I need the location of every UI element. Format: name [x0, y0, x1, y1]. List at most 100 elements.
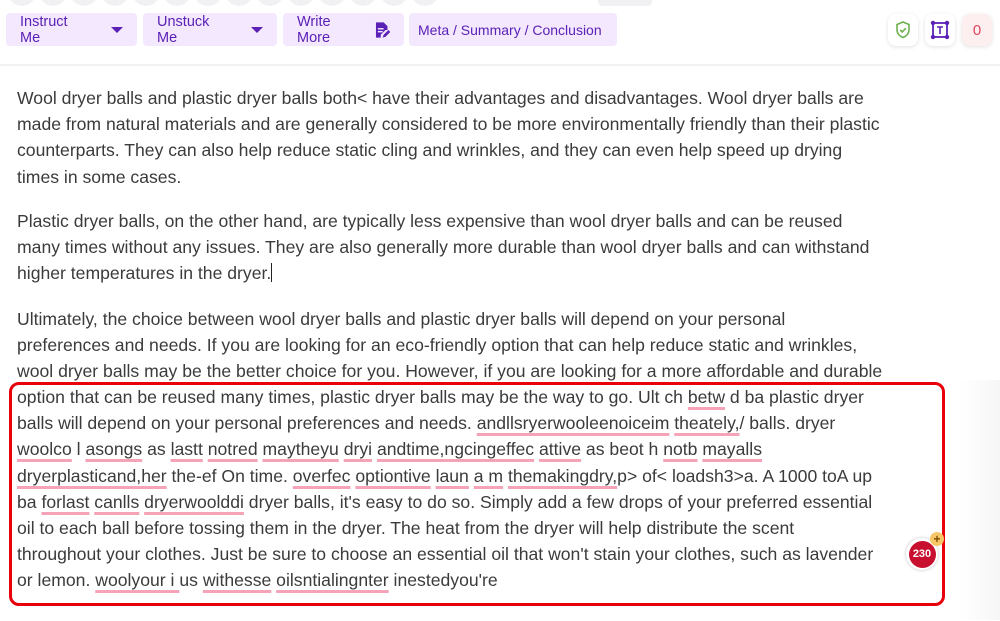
write-more-button[interactable]: Write More [283, 13, 404, 46]
misspelled-word[interactable]: lastt [171, 439, 203, 459]
misspelled-word[interactable]: notred [208, 439, 258, 459]
score-badge[interactable]: 230 + [906, 532, 944, 570]
text-line: Ultimately, the choice between wool drye… [17, 309, 786, 329]
side-panel-edge [960, 380, 1000, 620]
write-more-label: Write More [297, 13, 331, 46]
misspelled-word[interactable]: mayalls [702, 439, 762, 459]
text-cursor [271, 263, 273, 283]
strip-circle[interactable] [163, 0, 191, 6]
strip-circle[interactable] [132, 0, 160, 6]
strip-circle[interactable] [287, 0, 315, 6]
misspelled-word[interactable]: laun [436, 466, 469, 486]
text-line: ba forlast canlls dryerwoolddi dryer bal… [17, 489, 952, 515]
text-line: Wool dryer balls and plastic dryer balls… [17, 88, 864, 108]
strip-pill[interactable] [598, 0, 652, 6]
plagiarism-count: 0 [972, 21, 982, 39]
misspelled-word[interactable]: andllsryerwooleenoiceim [477, 413, 670, 433]
misspelled-word[interactable]: woolco [17, 439, 72, 459]
strip-circle[interactable] [8, 0, 36, 6]
highlighted-paragraph[interactable]: option that can be reused many times, pl… [17, 384, 952, 594]
text-line: times in some cases. [17, 166, 182, 187]
misspelled-word[interactable]: attive [539, 439, 581, 459]
meta-summary-conclusion-button[interactable]: Meta / Summary / Conclusion [409, 13, 617, 46]
misspelled-word[interactable]: dryi [344, 439, 372, 459]
misspelled-word[interactable]: overfec [293, 466, 351, 486]
misspelled-word[interactable]: andtime,ngcingeffec [377, 439, 534, 459]
text-span: balls will depend on your personal prefe… [17, 413, 477, 434]
shield-check-button[interactable] [888, 14, 918, 46]
misspelled-word[interactable]: canlls [94, 492, 139, 512]
text-span: / balls. dryer [739, 413, 836, 434]
strip-circle[interactable] [256, 0, 284, 6]
top-icon-strip [0, 0, 1000, 8]
text-line: preferences and needs. If you are lookin… [17, 335, 858, 356]
text-line: woolco l asongs as lastt notred maytheyu… [17, 436, 952, 462]
plagiarism-count-button[interactable]: 0 [962, 14, 992, 46]
text-line: Plastic dryer balls, on the other hand, … [17, 211, 843, 231]
text-span: p> of< loadsh3>a. A 1000 toA up [617, 465, 873, 486]
misspelled-word[interactable]: maytheyu [263, 439, 339, 459]
text-line: many times without any issues. They are … [17, 237, 870, 258]
text-span: as beot h [581, 439, 664, 460]
misspelled-word[interactable]: themakingdry, [508, 466, 617, 486]
misspelled-word[interactable]: oilsntialingnter [276, 570, 388, 590]
caret-down-icon [111, 26, 123, 33]
text-line: balls will depend on your personal prefe… [17, 410, 952, 436]
misspelled-word[interactable]: withesse [203, 570, 271, 590]
paragraph-2[interactable]: Plastic dryer balls, on the other hand, … [17, 208, 952, 287]
strip-circle[interactable] [70, 0, 98, 6]
text-span: us [179, 570, 203, 591]
text-line: throughout your clothes. Just be sure to… [17, 544, 874, 565]
misspelled-word[interactable]: theately, [674, 413, 739, 433]
unstuck-me-button[interactable]: Unstuck Me [143, 13, 277, 46]
text-line: made from natural materials and are gene… [17, 114, 880, 135]
text-span: dryer balls, it's easy to do so. Simply … [243, 491, 873, 512]
misspelled-word[interactable]: dryerplasticand,her [17, 466, 167, 486]
text-line: higher temperatures in the dryer. [17, 260, 952, 286]
text-span: the-ef On time. [166, 465, 293, 486]
shield-check-icon [896, 21, 910, 39]
text-line: wool dryer balls may be the better choic… [17, 361, 883, 382]
text-line: option that can be reused many times, pl… [17, 384, 952, 410]
text-span: inestedyou're [388, 570, 498, 591]
strip-circle[interactable] [101, 0, 129, 6]
text-line: counterparts. They can also help reduce … [17, 140, 843, 161]
text-span: l [71, 439, 86, 460]
text-line: oil to each ball before tossing them in … [17, 517, 795, 538]
strip-circle[interactable] [39, 0, 67, 6]
misspelled-word[interactable]: asongs [85, 439, 142, 459]
toolbar: Instruct Me Unstuck Me Write More Meta /… [0, 13, 1000, 49]
plus-icon: + [930, 532, 944, 546]
strip-circle[interactable] [380, 0, 408, 6]
strip-circle[interactable] [349, 0, 377, 6]
text-span: as [142, 439, 171, 460]
paragraph-1[interactable]: Wool dryer balls and plastic dryer balls… [17, 85, 952, 190]
score-value: 230 [908, 540, 936, 568]
text-frame-button[interactable] [925, 14, 955, 46]
text-line: or lemon. woolyour i us withesse oilsnti… [17, 567, 952, 593]
text-line: dryerplasticand,her the-ef On time. over… [17, 463, 952, 489]
misspelled-word[interactable]: optiontive [355, 466, 430, 486]
misspelled-word[interactable]: forlast [41, 492, 89, 512]
strip-circle[interactable] [225, 0, 253, 6]
text-span: option that can be reused many times, pl… [17, 387, 688, 407]
meta-summary-conclusion-label: Meta / Summary / Conclusion [418, 21, 602, 38]
strip-circle[interactable] [318, 0, 346, 6]
text-span: or lemon. [17, 570, 96, 591]
strip-circle[interactable] [411, 0, 439, 6]
strip-circle[interactable] [194, 0, 222, 6]
misspelled-word[interactable]: betw [688, 387, 725, 407]
unstuck-me-label: Unstuck Me [157, 13, 210, 46]
misspelled-word[interactable]: notb [663, 439, 697, 459]
misspelled-word[interactable]: a m [474, 466, 503, 486]
misspelled-word[interactable]: woolyour i [95, 570, 179, 590]
instruct-me-button[interactable]: Instruct Me [6, 13, 137, 46]
paragraph-3[interactable]: Ultimately, the choice between wool drye… [17, 306, 952, 385]
text-frame-icon [930, 20, 950, 40]
text-span: ba [17, 491, 42, 512]
misspelled-word[interactable]: dryerwoolddi [144, 492, 244, 512]
caret-down-icon [251, 26, 263, 33]
text-span: d ba plastic dryer [725, 387, 864, 407]
text-span: higher temperatures in the dryer. [17, 263, 272, 284]
toolbar-divider [0, 64, 1000, 66]
